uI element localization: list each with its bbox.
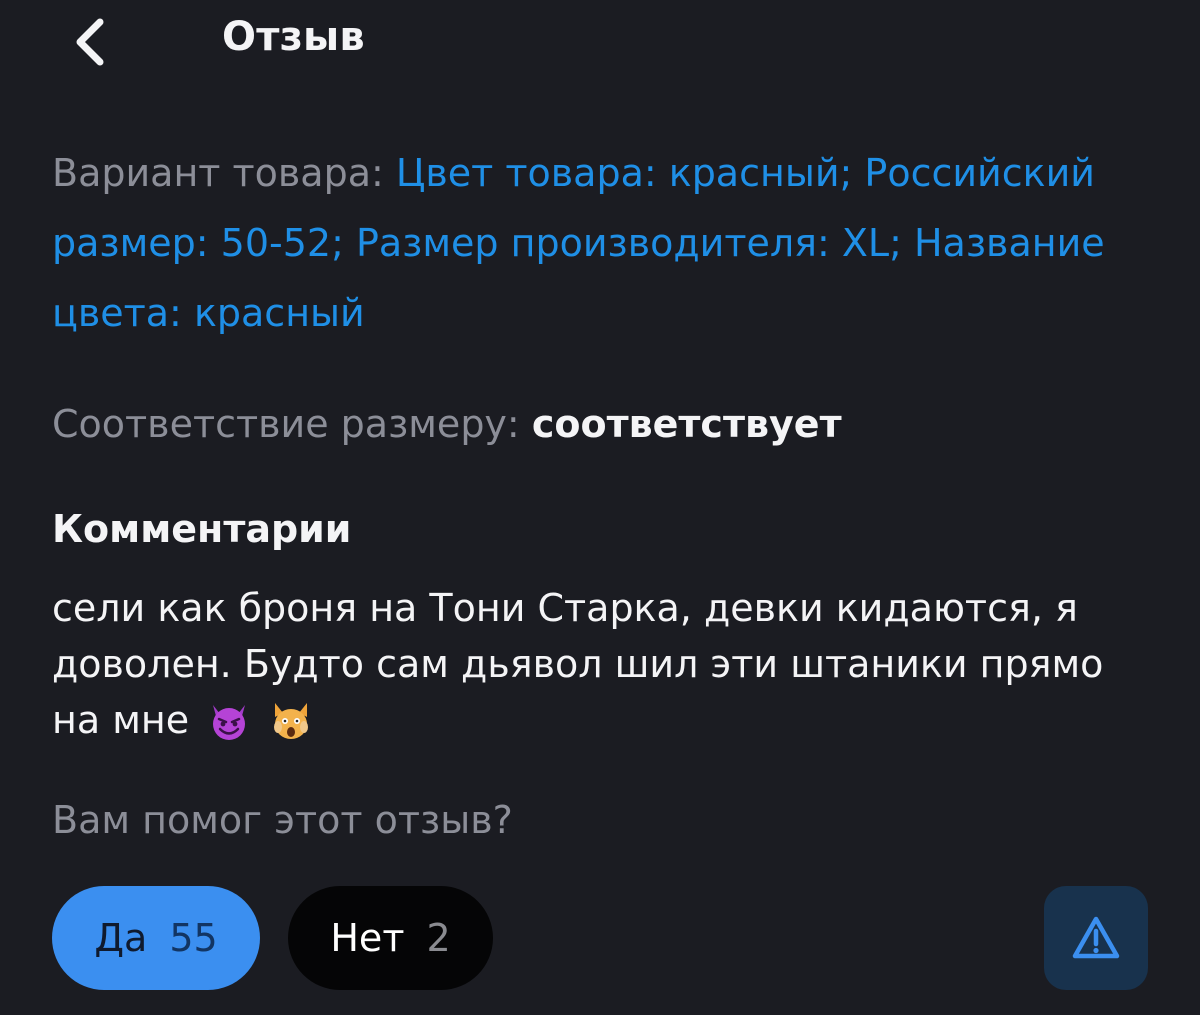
helpful-no-button[interactable]: Нет 2: [288, 886, 493, 990]
weary-cat-emoji: [269, 699, 313, 758]
back-button[interactable]: [62, 12, 122, 72]
size-match-label: Соответствие размеру:: [52, 402, 520, 446]
size-match-value: соответствует: [531, 402, 842, 446]
no-count: 2: [426, 916, 451, 960]
comments-title: Комментарии: [52, 507, 352, 551]
size-match: Соответствие размеру: соответствует: [52, 394, 1162, 454]
header: Отзыв: [0, 0, 1200, 90]
warning-triangle-icon: [1072, 916, 1120, 959]
smiling-devil-emoji: [207, 699, 251, 758]
comment-body: сели как броня на Тони Старка, девки кид…: [52, 580, 1162, 758]
helpful-yes-button[interactable]: Да 55: [52, 886, 260, 990]
yes-label: Да: [94, 916, 148, 960]
report-button[interactable]: [1044, 886, 1148, 990]
product-variant: Вариант товара: Цвет товара: красный; Ро…: [52, 138, 1162, 348]
no-label: Нет: [330, 916, 405, 960]
chevron-left-icon: [76, 18, 104, 66]
yes-count: 55: [169, 916, 218, 960]
helpful-question: Вам помог этот отзыв?: [52, 798, 513, 842]
variant-label: Вариант товара:: [52, 151, 384, 195]
page-title: Отзыв: [222, 14, 365, 60]
